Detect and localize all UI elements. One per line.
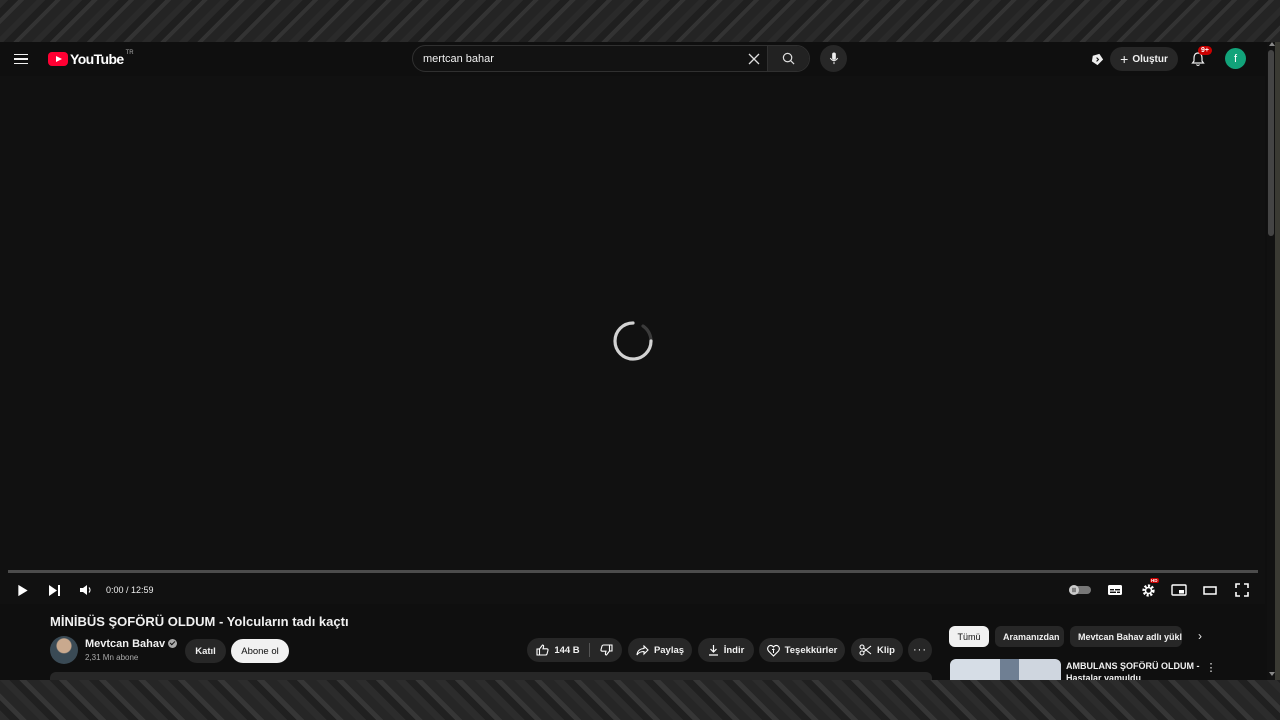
video-player[interactable]: 0:00 / 12:59 HD: [0, 76, 1265, 604]
plus-icon: +: [1120, 51, 1129, 67]
share-icon: [636, 644, 649, 655]
fullscreen-button[interactable]: [1231, 580, 1253, 600]
like-count: 144 B: [554, 644, 580, 656]
voice-search-button[interactable]: [820, 45, 847, 72]
more-actions-button[interactable]: ···: [908, 638, 932, 662]
more-vertical-icon[interactable]: ⋮: [1205, 660, 1217, 674]
channel-name-link[interactable]: Mevtcan Bahav: [85, 638, 178, 650]
microphone-icon: [829, 52, 838, 65]
channel-avatar[interactable]: [50, 636, 78, 664]
share-label: Paylaş: [653, 644, 685, 656]
page-scrollbar[interactable]: [1267, 42, 1275, 680]
menu-line: [14, 62, 28, 65]
chip-all[interactable]: Tümü: [949, 626, 989, 647]
play-button[interactable]: [13, 580, 33, 600]
youtube-play-logo-icon: [48, 52, 68, 66]
description-box[interactable]: [50, 672, 932, 680]
clear-search-icon[interactable]: [741, 46, 767, 72]
player-controls: 0:00 / 12:59 HD: [0, 576, 1265, 604]
download-button[interactable]: İndir: [698, 638, 754, 662]
search-button[interactable]: [767, 46, 809, 71]
create-label: Oluştur: [1132, 53, 1168, 65]
desktop-wallpaper-right: [1275, 42, 1280, 680]
subscribe-label: Abone ol: [241, 645, 279, 657]
skip-next-icon: [48, 584, 60, 596]
join-button[interactable]: Katıl: [185, 639, 226, 663]
menu-line: [14, 53, 28, 56]
settings-button[interactable]: HD: [1137, 578, 1159, 600]
miniplayer-icon: [1171, 584, 1187, 596]
chevron-right-icon[interactable]: ›: [1192, 628, 1208, 644]
progress-bar[interactable]: [8, 570, 1258, 573]
dislike-button[interactable]: [590, 638, 622, 662]
clip-label: Klip: [877, 644, 895, 656]
play-icon: [18, 584, 28, 596]
masthead: YouTube TR + Oluştur: [0, 42, 1265, 76]
autoplay-toggle-icon: [1069, 585, 1091, 595]
account-avatar[interactable]: f: [1225, 48, 1246, 69]
thumbs-down-icon: [599, 644, 613, 656]
like-dislike-group: 144 B: [527, 638, 622, 662]
share-button[interactable]: Paylaş: [628, 638, 692, 662]
time-display: 0:00 / 12:59: [106, 585, 154, 595]
search-box: [412, 45, 810, 72]
video-title: MİNİBÜS ŞOFÖRÜ OLDUM - Yolcuların tadı k…: [50, 614, 349, 629]
youtube-watch-page: YouTube TR + Oluştur: [0, 42, 1275, 680]
mute-button[interactable]: [75, 580, 95, 600]
theater-mode-button[interactable]: [1199, 580, 1221, 600]
menu-line: [14, 58, 28, 60]
channel-name: Mevtcan Bahav: [85, 638, 166, 650]
subscribe-button[interactable]: Abone ol: [231, 639, 289, 663]
subscriber-count: 2,31 Mn abone: [85, 653, 139, 662]
scissors-icon: [859, 644, 872, 656]
search-input[interactable]: [413, 46, 741, 71]
next-button[interactable]: [44, 580, 64, 600]
chip-channel-uploads[interactable]: Mevtcan Bahav adlı yüklem: [1070, 626, 1182, 647]
download-label: İndir: [723, 644, 745, 656]
subtitles-icon: [1108, 585, 1122, 595]
scroll-down-arrow-icon[interactable]: [1269, 672, 1275, 676]
more-horizontal-icon: ···: [913, 644, 927, 656]
volume-icon: [79, 585, 91, 595]
subtitles-button[interactable]: [1104, 580, 1126, 600]
logo-text: YouTube: [70, 51, 124, 67]
fullscreen-icon: [1235, 583, 1249, 597]
recommendation-thumbnail[interactable]: [950, 659, 1061, 680]
like-button[interactable]: 144 B: [527, 638, 589, 662]
notification-count-badge: 9+: [1198, 46, 1212, 55]
sparkle-create-icon[interactable]: [1088, 50, 1106, 68]
clip-button[interactable]: Klip: [851, 638, 903, 662]
miniplayer-button[interactable]: [1168, 580, 1190, 600]
thanks-label: Teşekkürler: [784, 644, 838, 656]
autoplay-toggle[interactable]: [1067, 580, 1093, 600]
theater-mode-icon: [1203, 585, 1217, 595]
join-label: Katıl: [195, 645, 216, 657]
loading-spinner-icon: [613, 321, 653, 361]
scroll-up-arrow-icon[interactable]: [1269, 42, 1275, 46]
guide-menu-button[interactable]: [14, 49, 34, 69]
download-icon: [708, 645, 718, 656]
scroll-thumb[interactable]: [1268, 50, 1274, 236]
search-icon: [782, 52, 795, 65]
verified-badge-icon: [168, 639, 178, 648]
thumbs-up-icon: [536, 644, 549, 656]
create-button[interactable]: + Oluştur: [1110, 47, 1178, 71]
desktop-wallpaper-bottom: [0, 680, 1280, 720]
chip-from-search[interactable]: Aramanızdan: [995, 626, 1064, 647]
desktop-wallpaper-top: [0, 0, 1280, 42]
super-thanks-icon: [766, 644, 780, 657]
gear-icon: [1141, 583, 1155, 597]
recommendation-title[interactable]: AMBULANS ŞOFÖRÜ OLDUM - Hastalar yamuldu: [1066, 660, 1201, 680]
country-code: TR: [125, 50, 134, 56]
youtube-logo[interactable]: YouTube TR: [48, 50, 134, 67]
thanks-button[interactable]: Teşekkürler: [759, 638, 845, 662]
hd-badge: HD: [1150, 578, 1159, 583]
